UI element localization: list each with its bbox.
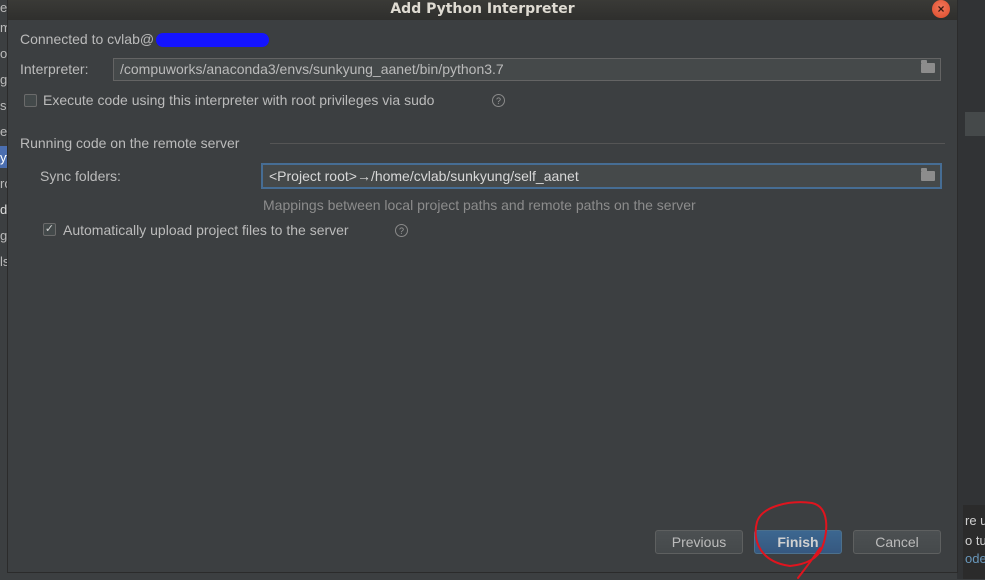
red-circle-annotation [754, 501, 828, 579]
